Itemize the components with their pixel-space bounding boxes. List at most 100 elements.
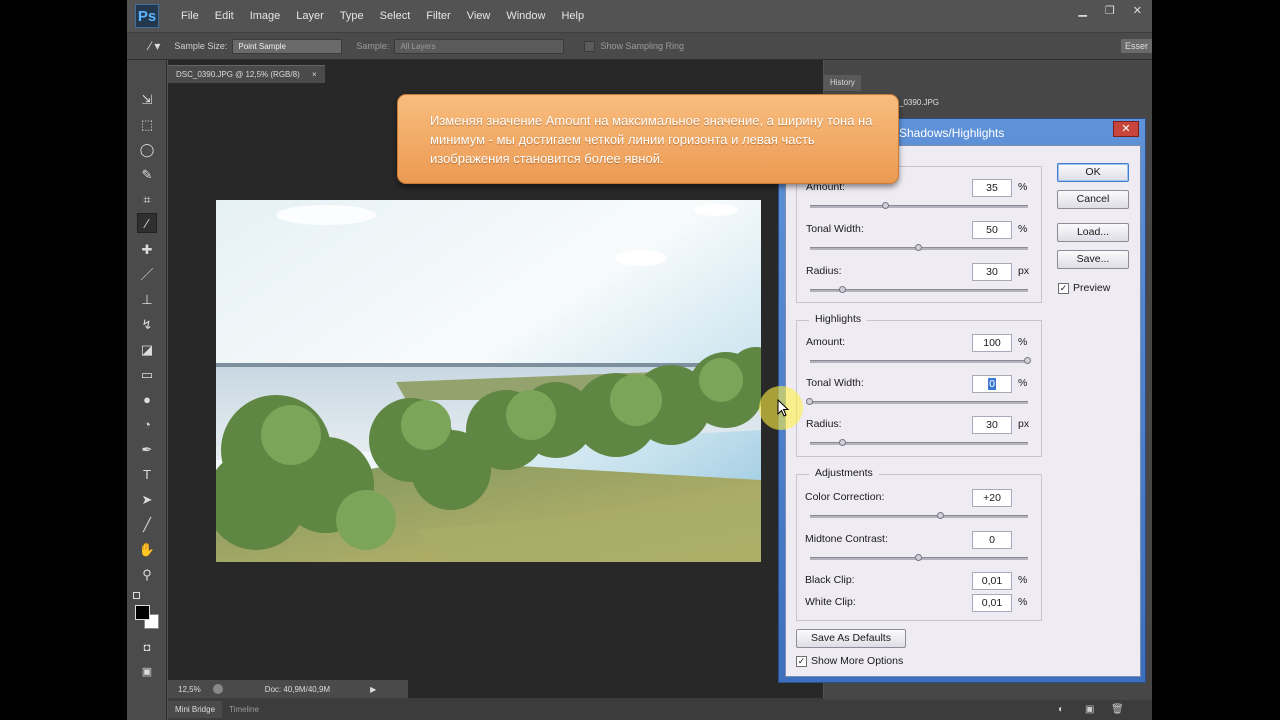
highlights-radius-slider-thumb[interactable] (838, 439, 846, 446)
pen-tool-icon[interactable]: ✒ (137, 440, 157, 460)
menu-help[interactable]: Help (553, 10, 592, 22)
blur-tool-icon[interactable]: ● (137, 390, 157, 410)
shadows-radius-slider-thumb[interactable] (838, 286, 846, 293)
crop-tool-icon[interactable]: ⌗ (137, 190, 157, 210)
status-info-icon[interactable] (212, 684, 223, 694)
eyedropper-tool-preset-icon[interactable]: ⁄ ▾ (149, 39, 160, 53)
save-as-defaults-button[interactable]: Save As Defaults (796, 629, 906, 648)
highlights-radius-slider[interactable] (810, 439, 1028, 446)
highlights-amount-slider[interactable] (810, 357, 1031, 364)
menu-select[interactable]: Select (372, 10, 419, 22)
new-snapshot-icon[interactable]: ▣ (1085, 704, 1094, 715)
highlights-tonal-slider[interactable] (806, 398, 1028, 405)
color-correction-slider-thumb[interactable] (936, 512, 944, 519)
foreground-color-swatch[interactable] (135, 605, 150, 620)
menu-filter[interactable]: Filter (418, 10, 458, 22)
path-selection-tool-icon[interactable]: ➤ (137, 490, 157, 510)
close-document-icon[interactable]: × (312, 70, 317, 79)
tools-panel: ⇲ ⬚ ◯ ✎ ⌗ ⁄ ✚ ／ ⊥ ↯ ◪ ▭ ● ◔ ✒ T ➤ ╱ ✋ ⚲ … (127, 60, 167, 720)
document-tab[interactable]: DSC_0390.JPG @ 12,5% (RGB/8) × (168, 65, 325, 83)
menu-file[interactable]: File (173, 10, 207, 22)
history-snapshot-icon[interactable]: ◐ (1058, 704, 1064, 715)
menu-edit[interactable]: Edit (207, 10, 242, 22)
sample-select[interactable]: All Layers (394, 38, 565, 54)
color-correction-slider[interactable] (810, 512, 1028, 519)
minimize-icon[interactable]: ▁ (1078, 4, 1086, 17)
quick-mask-icon[interactable]: ◘ (137, 638, 157, 658)
move-tool-icon[interactable]: ⇲ (137, 90, 157, 110)
screen-mode-icon[interactable]: ▣ (137, 662, 157, 682)
maximize-icon[interactable]: ❐ (1105, 4, 1115, 17)
dialog-body: Amount: 35 % Tonal Width: 50 % Radius: 3… (785, 145, 1141, 677)
clone-stamp-tool-icon[interactable]: ⊥ (137, 290, 157, 310)
tutorial-callout: Изменяя значение Amount на максимальное … (397, 94, 899, 184)
type-tool-icon[interactable]: T (137, 465, 157, 485)
photoshop-logo-icon: Ps (135, 4, 159, 28)
lasso-tool-icon[interactable]: ◯ (137, 140, 157, 160)
menu-window[interactable]: Window (498, 10, 553, 22)
black-clip-input[interactable]: 0,01 (972, 572, 1012, 590)
healing-brush-tool-icon[interactable]: ✚ (137, 240, 157, 260)
gradient-tool-icon[interactable]: ▭ (137, 365, 157, 385)
shadows-tonal-input[interactable]: 50 (972, 221, 1012, 239)
workspace-switcher[interactable]: Esser (1120, 39, 1152, 53)
highlights-amount-input[interactable]: 100 (972, 334, 1012, 352)
shadows-tonal-unit: % (1018, 223, 1028, 235)
midtone-contrast-slider[interactable] (810, 554, 1028, 561)
hand-tool-icon[interactable]: ✋ (137, 540, 157, 560)
menu-layer[interactable]: Layer (288, 10, 332, 22)
cancel-button[interactable]: Cancel (1057, 190, 1129, 209)
shadows-tonal-slider-thumb[interactable] (915, 244, 922, 251)
default-colors-icon[interactable] (133, 592, 140, 599)
zoom-level[interactable]: 12,5% (178, 685, 201, 694)
menu-type[interactable]: Type (332, 10, 372, 22)
menu-view[interactable]: View (459, 10, 499, 22)
shadows-amount-slider[interactable] (810, 202, 1028, 209)
show-more-check-icon: ✓ (797, 656, 806, 666)
tab-timeline[interactable]: Timeline (222, 701, 266, 718)
shadows-amount-slider-thumb[interactable] (882, 202, 890, 209)
shadows-tonal-slider[interactable] (810, 244, 1028, 251)
marquee-tool-icon[interactable]: ⬚ (137, 115, 157, 135)
quick-selection-tool-icon[interactable]: ✎ (137, 165, 157, 185)
image-canvas[interactable] (216, 200, 761, 562)
show-more-options-checkbox[interactable]: ✓ (796, 656, 807, 667)
highlights-amount-slider-thumb[interactable] (1024, 357, 1031, 364)
black-clip-unit: % (1018, 574, 1028, 586)
line-tool-icon[interactable]: ╱ (137, 515, 157, 535)
highlights-radius-unit: px (1018, 418, 1030, 430)
zoom-tool-icon[interactable]: ⚲ (137, 565, 157, 585)
menu-image[interactable]: Image (242, 10, 289, 22)
ok-button[interactable]: OK (1057, 163, 1129, 182)
highlights-tonal-slider-thumb[interactable] (806, 398, 813, 405)
dodge-tool-icon[interactable]: ◔ (137, 415, 157, 435)
brush-tool-icon[interactable]: ／ (137, 265, 157, 285)
shadows-radius-slider[interactable] (810, 286, 1028, 293)
highlights-radius-input[interactable]: 30 (972, 416, 1012, 434)
bottom-panel-tabs: Mini Bridge Timeline ◐ ▣ 🗑 (168, 698, 1152, 720)
midtone-contrast-input[interactable]: 0 (972, 531, 1012, 549)
eraser-tool-icon[interactable]: ◪ (137, 340, 157, 360)
highlights-radius-label: Radius: (806, 418, 842, 430)
history-brush-tool-icon[interactable]: ↯ (137, 315, 157, 335)
dialog-close-button[interactable]: ✕ (1113, 121, 1139, 137)
tab-history[interactable]: History (824, 75, 861, 91)
save-button[interactable]: Save... (1057, 250, 1129, 269)
sampling-ring-checkbox[interactable] (584, 40, 596, 52)
shadows-radius-input[interactable]: 30 (972, 263, 1012, 281)
status-menu-arrow-icon[interactable]: ▶ (370, 685, 376, 694)
sample-size-select[interactable]: Point Sample (232, 38, 343, 54)
delete-icon[interactable]: 🗑 (1111, 704, 1124, 715)
document-tab-title: DSC_0390.JPG @ 12,5% (RGB/8) (176, 70, 300, 79)
eyedropper-tool-icon[interactable]: ⁄ (137, 213, 157, 233)
color-correction-input[interactable]: +20 (972, 489, 1012, 507)
load-button[interactable]: Load... (1057, 223, 1129, 242)
preview-checkbox[interactable]: ✓ (1058, 283, 1069, 294)
close-icon[interactable]: ✕ (1133, 4, 1142, 17)
midtone-contrast-slider-thumb[interactable] (915, 554, 922, 561)
tab-mini-bridge[interactable]: Mini Bridge (168, 700, 223, 718)
history-snapshot-name[interactable]: _0390.JPG (899, 98, 939, 107)
shadows-amount-input[interactable]: 35 (972, 179, 1012, 197)
highlights-tonal-input[interactable]: 0 (972, 375, 1012, 393)
white-clip-input[interactable]: 0,01 (972, 594, 1012, 612)
